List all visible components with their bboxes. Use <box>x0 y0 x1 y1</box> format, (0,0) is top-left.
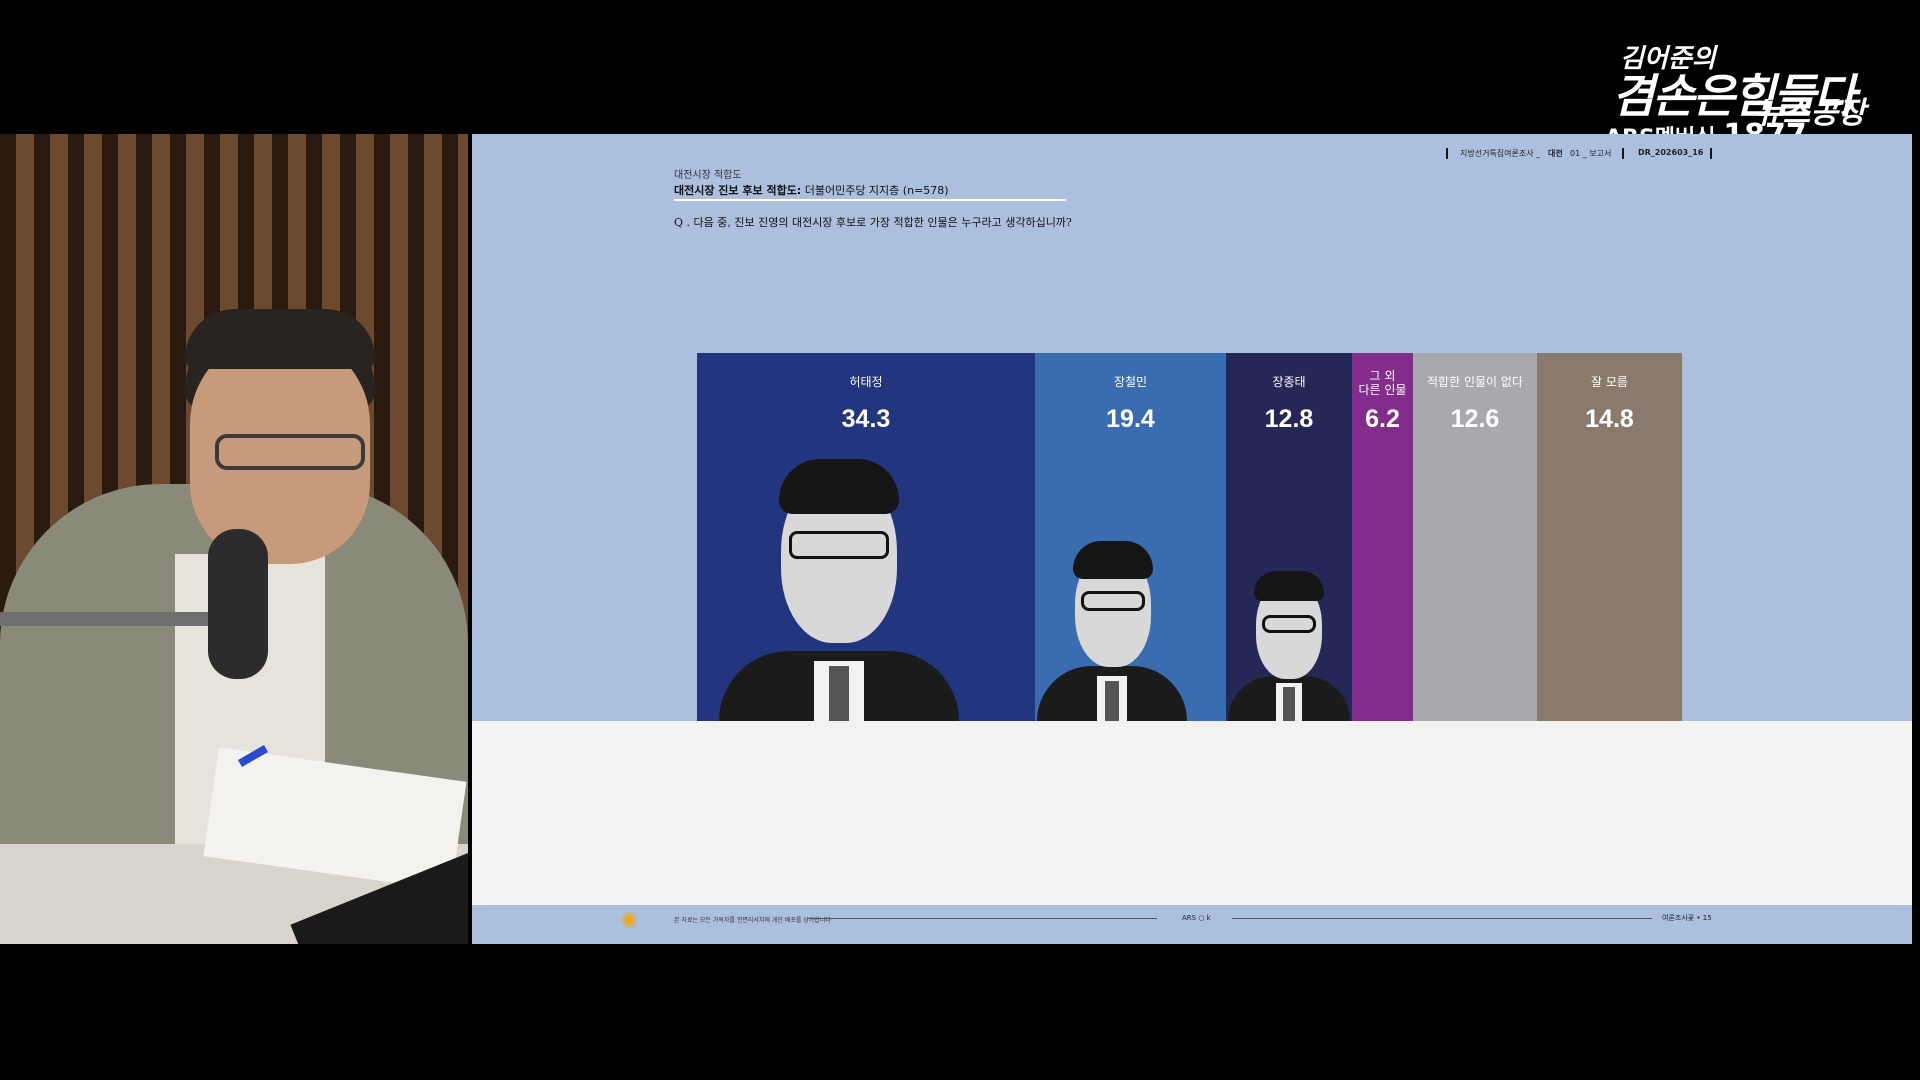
meta-region: 대전 <box>1548 149 1563 158</box>
portrait-hair <box>1073 541 1153 579</box>
meta-divider <box>1622 148 1624 159</box>
slide-footer-band <box>472 905 1912 944</box>
bar-category-label-line: 장종태 <box>1272 375 1306 389</box>
meta-report: 01 _ 보고서 <box>1570 149 1612 158</box>
footer-rule <box>807 918 1157 919</box>
meta-code: DR_202603_16 <box>1638 148 1704 157</box>
survey-brand-flower-icon: ✺ <box>620 909 639 934</box>
bar-category-label-line: 장철민 <box>1113 375 1148 389</box>
portrait-heo-taejeong <box>719 459 959 721</box>
microphone <box>208 529 268 679</box>
mic-boom-arm <box>0 612 230 626</box>
bar-category-label-line: 허태정 <box>849 375 883 389</box>
footer-page: 여론조사꽃 • 15 <box>1662 914 1712 922</box>
title-underline <box>674 199 1066 201</box>
meta-divider <box>1446 148 1448 159</box>
stacked-bar-chart: 허태정 34.3 장철민 19.4 장종태 12.8 그 외 다른 인물 6.2 적합 <box>697 353 1682 721</box>
portrait-glasses <box>1262 615 1316 633</box>
meta-survey: 지방선거특집여론조사 _ <box>1460 149 1541 158</box>
bar-no-suitable-person: 적합한 인물이 없다 12.6 <box>1413 353 1537 721</box>
bar-value-label: 19.4 <box>1106 405 1155 433</box>
footer-note: 본 자료는 모든 가독자를 전면리서치에 개인 배포를 삼가합니다 <box>674 917 831 924</box>
portrait-jang-jongtae <box>1228 571 1350 721</box>
bar-category-label-line: 다른 인물 <box>1358 383 1407 397</box>
bar-category-label: 그 외 다른 인물 <box>1352 369 1413 397</box>
studio-camera-feed <box>0 134 468 944</box>
section-label: 대전시장 적합도 <box>674 170 742 181</box>
portrait-jang-cheolmin <box>1037 541 1187 721</box>
portrait-tie <box>1283 687 1295 721</box>
bar-category-label-line: 적합한 인물이 없다 <box>1427 375 1523 389</box>
bar-category-label: 장철민 <box>1035 375 1226 389</box>
bar-value-label: 14.8 <box>1585 405 1634 433</box>
portrait-glasses <box>789 531 889 559</box>
bar-value-label: 12.8 <box>1264 405 1314 433</box>
portrait-tie <box>829 666 849 721</box>
bar-value-label: 12.6 <box>1450 405 1500 433</box>
bar-other-person: 그 외 다른 인물 6.2 <box>1352 353 1413 721</box>
chart-title-bold: 대전시장 진보 후보 적합도: <box>674 184 802 197</box>
chart-title: 대전시장 진보 후보 적합도: 더불어민주당 지지층 (n=578) <box>674 182 949 198</box>
portrait-glasses <box>1081 591 1145 611</box>
footer-center: ARS ○ k <box>1182 914 1211 922</box>
bar-jang-jongtae: 장종태 12.8 <box>1226 353 1352 721</box>
bar-category-label-line: 잘 모름 <box>1591 375 1628 389</box>
bar-value-label: 6.2 <box>1365 405 1400 433</box>
bar-heo-taejeong: 허태정 34.3 <box>697 353 1035 721</box>
bar-dont-know: 잘 모름 14.8 <box>1537 353 1682 721</box>
host-glasses <box>215 434 365 470</box>
portrait-hair <box>1254 571 1324 601</box>
portrait-tie <box>1105 681 1119 721</box>
show-logo: 김어준의 겸손은힘들다 뉴스공장 ARS멤버십 1877-1907 <box>1600 38 1900 188</box>
chart-title-rest: 더불어민주당 지지층 (n=578) <box>801 184 949 197</box>
bar-category-label: 허태정 <box>697 375 1035 389</box>
footer-rule <box>1232 918 1652 919</box>
bar-category-label: 잘 모름 <box>1537 375 1682 389</box>
bar-jang-cheolmin: 장철민 19.4 <box>1035 353 1226 721</box>
bar-category-label: 장종태 <box>1226 375 1352 389</box>
survey-question: Q . 다음 중, 진보 진영의 대전시장 후보로 가장 적합한 인물은 누구라… <box>674 216 1072 229</box>
host-hair-top <box>185 309 375 369</box>
meta-divider <box>1710 148 1712 159</box>
bar-category-label-line: 그 외 <box>1369 369 1396 383</box>
bar-value-label: 34.3 <box>841 405 891 433</box>
portrait-hair <box>779 459 899 514</box>
bar-category-label: 적합한 인물이 없다 <box>1413 375 1537 389</box>
presentation-slide: 지방선거특집여론조사 _ 대전 01 _ 보고서 DR_202603_16 대전… <box>472 134 1912 944</box>
